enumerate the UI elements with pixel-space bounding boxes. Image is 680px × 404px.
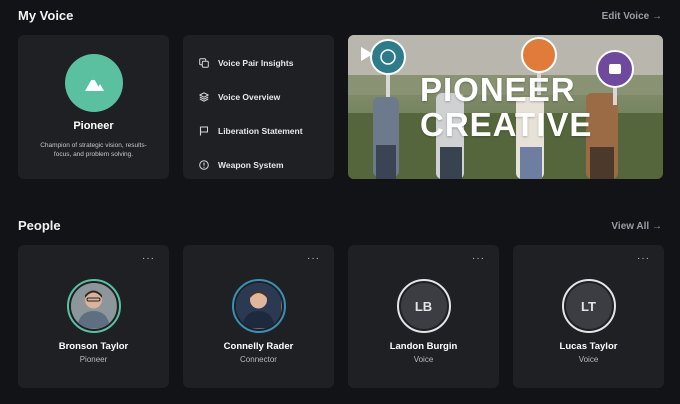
avatar xyxy=(231,279,286,333)
menu-item-liberation-statement[interactable]: Liberation Statement xyxy=(183,114,334,148)
pioneer-badge xyxy=(64,54,123,112)
menu-item-voice-pair-insights[interactable]: Voice Pair Insights xyxy=(183,46,334,80)
copy-icon xyxy=(199,58,209,68)
more-options-icon[interactable]: ··· xyxy=(142,254,155,264)
person-photo xyxy=(71,283,116,328)
avatar xyxy=(66,279,121,333)
menu-item-label: Voice Overview xyxy=(218,92,281,102)
person-card[interactable]: ··· Connelly Rader Connector xyxy=(183,245,334,388)
voice-profile-card: Pioneer Champion of strategic vision, re… xyxy=(18,35,169,179)
menu-item-label: Liberation Statement xyxy=(218,126,303,136)
person-name: Connelly Rader xyxy=(223,341,294,352)
people-title: People xyxy=(18,218,61,233)
view-all-link[interactable]: View All → xyxy=(611,221,662,232)
flag-icon xyxy=(199,126,208,136)
menu-item-label: Weapon System xyxy=(218,160,284,170)
video-title-line1: PIONEER xyxy=(420,71,576,108)
my-voice-title: My Voice xyxy=(18,8,74,23)
person-name: Landon Burgin xyxy=(389,341,458,352)
mountain-icon xyxy=(84,77,104,91)
person-role: Voice xyxy=(578,355,599,364)
person-photo xyxy=(236,283,281,328)
alert-circle-icon xyxy=(199,160,209,170)
layers-icon xyxy=(199,92,209,102)
person-card[interactable]: ··· LT Lucas Taylor Voice xyxy=(513,245,664,388)
profile-description: Champion of strategic vision, results-fo… xyxy=(40,142,147,158)
person-card[interactable]: ··· LB Landon Burgin Voice xyxy=(348,245,499,388)
avatar: LB xyxy=(396,279,451,333)
menu-item-label: Voice Pair Insights xyxy=(218,58,294,68)
pioneer-video-card[interactable]: PIONEER CREATIVE xyxy=(348,35,663,179)
edit-voice-link[interactable]: Edit Voice → xyxy=(602,11,662,22)
person-role: Pioneer xyxy=(79,355,108,364)
person-card[interactable]: ··· Bronson Taylor Pioneer xyxy=(18,245,169,388)
avatar-initials: LB xyxy=(400,283,447,329)
menu-item-voice-overview[interactable]: Voice Overview xyxy=(183,80,334,114)
person-name: Bronson Taylor xyxy=(58,341,129,352)
more-options-icon[interactable]: ··· xyxy=(637,254,650,264)
person-name: Lucas Taylor xyxy=(559,341,618,352)
person-role: Voice xyxy=(413,355,434,364)
more-options-icon[interactable]: ··· xyxy=(307,254,320,264)
person-role: Connector xyxy=(240,355,277,364)
voice-menu-card: Voice Pair Insights Voice Overview Liber… xyxy=(183,35,334,179)
video-title-line2: CREATIVE xyxy=(420,106,593,143)
more-options-icon[interactable]: ··· xyxy=(472,254,485,264)
menu-item-weapon-system[interactable]: Weapon System xyxy=(183,148,334,182)
profile-name: Pioneer xyxy=(73,120,114,132)
avatar-initials: LT xyxy=(565,283,612,329)
avatar: LT xyxy=(561,279,616,333)
